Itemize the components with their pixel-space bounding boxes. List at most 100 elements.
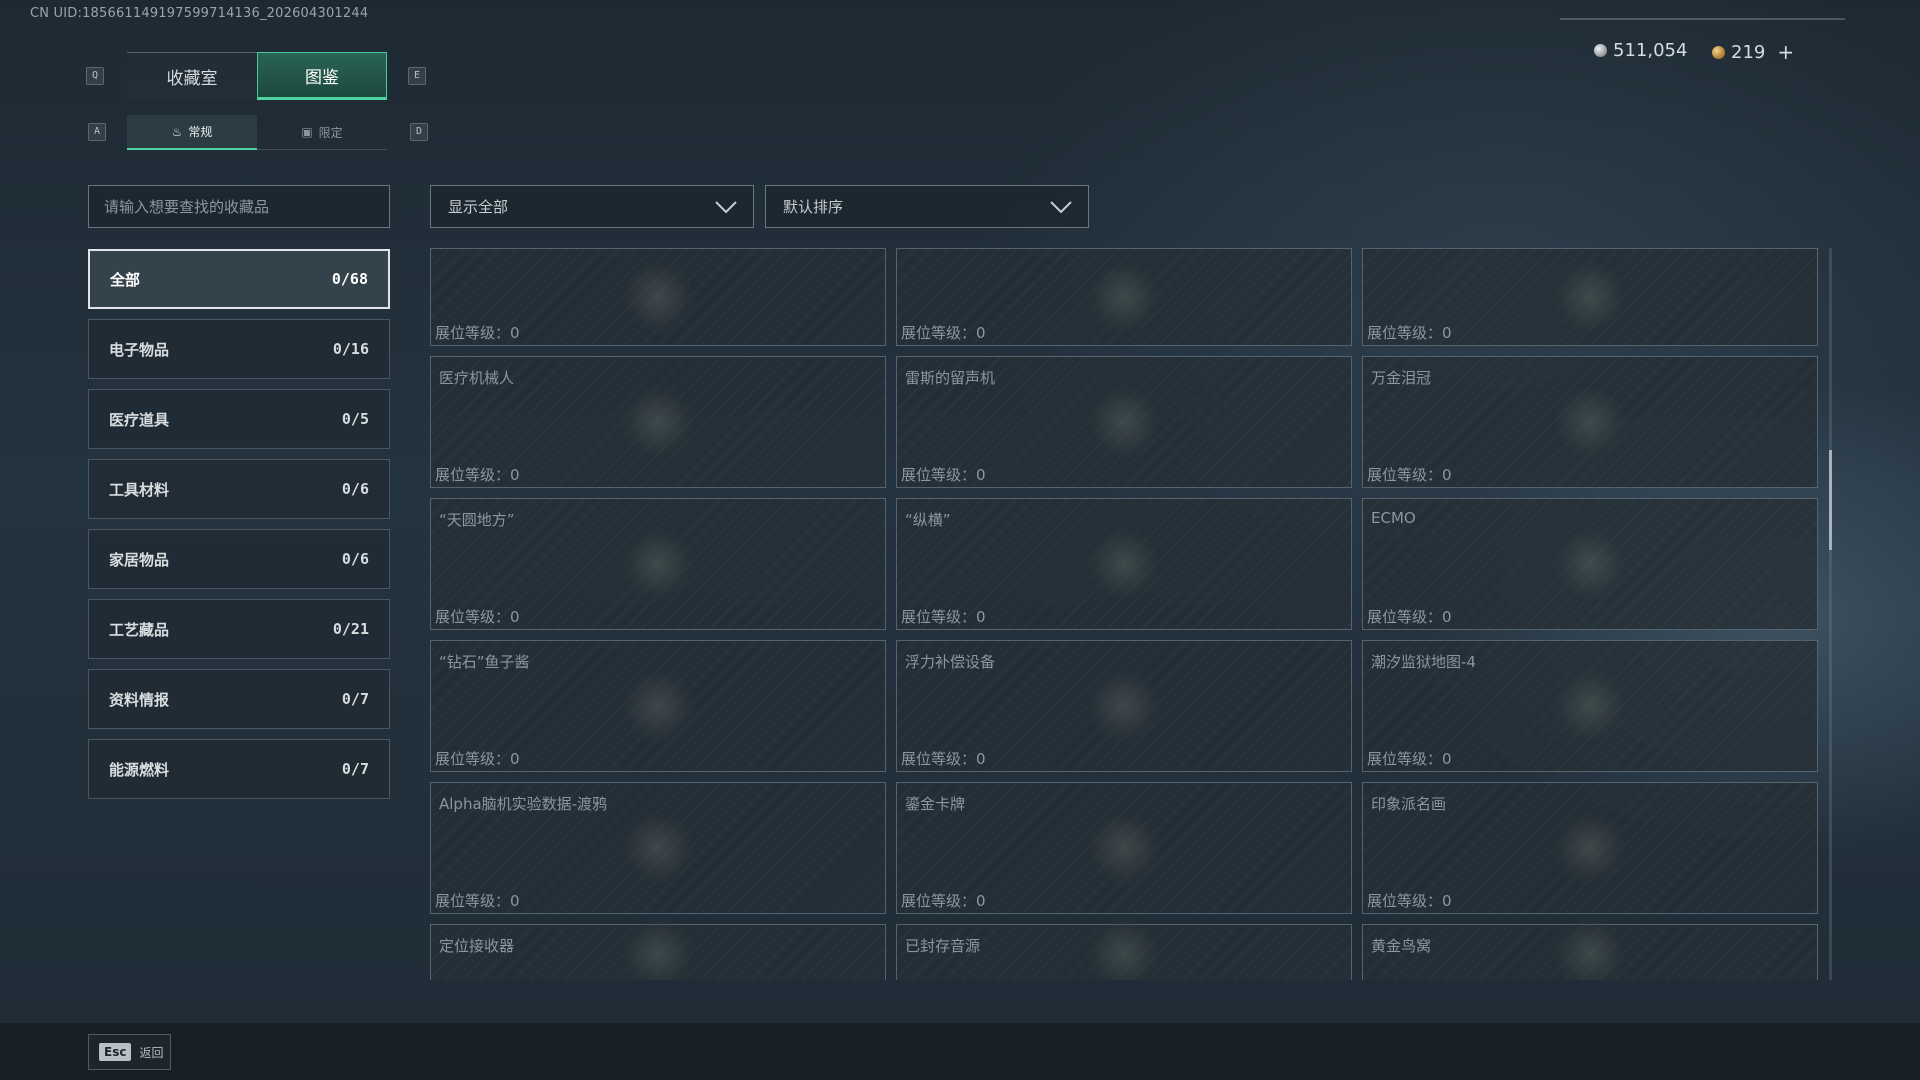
category-medical[interactable]: 医疗道具 0/5 bbox=[88, 389, 390, 449]
show-filter-value: 显示全部 bbox=[448, 198, 509, 216]
item-display-level: 展位等级：0 bbox=[901, 466, 986, 484]
category-list: 全部 0/68 电子物品 0/16 医疗道具 0/5 工具材料 0/6 家居物品… bbox=[88, 249, 390, 809]
category-crafts[interactable]: 工艺藏品 0/21 bbox=[88, 599, 390, 659]
item-thumbnail bbox=[1555, 671, 1625, 741]
category-tools[interactable]: 工具材料 0/6 bbox=[88, 459, 390, 519]
grid-scrollbar-thumb[interactable] bbox=[1829, 450, 1832, 550]
collection-item-card[interactable]: 万金泪冠 展位等级：0 bbox=[1362, 356, 1818, 488]
subtab-regular-label: 常规 bbox=[188, 125, 213, 139]
collection-item-card[interactable]: “纵横” 展位等级：0 bbox=[896, 498, 1352, 630]
collection-grid[interactable]: 展位等级：0 展位等级：0 展位等级：0 医疗机械人 展位等级：0 雷斯的留声机 展位等级：… bbox=[430, 248, 1820, 980]
collection-item-card[interactable]: 定位接收器 bbox=[430, 919, 886, 980]
item-name: 已封存音源 bbox=[905, 937, 981, 955]
next-subtab-key-hint[interactable]: D bbox=[410, 123, 428, 141]
item-display-level: 展位等级：0 bbox=[435, 892, 520, 910]
flame-icon: ♨ bbox=[171, 124, 183, 139]
item-name: 雷斯的留声机 bbox=[905, 369, 996, 387]
category-count: 0/5 bbox=[341, 410, 369, 428]
item-thumbnail bbox=[1555, 529, 1625, 599]
collection-search-input[interactable] bbox=[88, 185, 390, 228]
category-count: 0/21 bbox=[332, 620, 369, 638]
gold-coin-icon bbox=[1712, 45, 1725, 59]
collection-item-card[interactable]: ECMO 展位等级：0 bbox=[1362, 498, 1818, 630]
item-thumbnail bbox=[623, 262, 693, 332]
item-name: “纵横” bbox=[905, 511, 951, 529]
sort-dropdown[interactable]: 默认排序 bbox=[765, 185, 1089, 228]
category-label: 资料情报 bbox=[109, 690, 170, 709]
collection-item-card[interactable]: 印象派名画展位等级：0 bbox=[1362, 782, 1818, 914]
gold-currency: 219 + bbox=[1712, 40, 1794, 64]
category-all[interactable]: 全部 0/68 bbox=[88, 249, 390, 309]
tab-collection-room[interactable]: 收藏室 bbox=[127, 52, 257, 100]
subtab-limited-label: 限定 bbox=[318, 125, 343, 140]
category-count: 0/7 bbox=[341, 760, 369, 778]
collection-item-card[interactable]: 黄金鸟窝 bbox=[1362, 919, 1818, 980]
item-thumbnail bbox=[623, 813, 693, 883]
category-label: 家居物品 bbox=[109, 550, 170, 569]
item-display-level: 展位等级：0 bbox=[435, 466, 520, 484]
category-intel[interactable]: 资料情报 0/7 bbox=[88, 669, 390, 729]
next-tab-key-hint[interactable]: E bbox=[408, 67, 426, 85]
collection-item-card[interactable]: 鎏金卡牌 展位等级：0 bbox=[896, 782, 1352, 914]
collection-item-card[interactable]: 浮力补偿设备展位等级：0 bbox=[896, 640, 1352, 772]
gold-amount: 219 bbox=[1731, 41, 1766, 63]
esc-key-hint: Esc bbox=[99, 1043, 132, 1061]
collection-item-card[interactable]: 展位等级：0 bbox=[430, 248, 886, 346]
item-display-level: 展位等级：0 bbox=[1367, 750, 1452, 768]
category-count: 0/6 bbox=[341, 480, 369, 498]
player-uid: CN UID:18566114919759971413​6_2026043012… bbox=[30, 6, 369, 21]
item-thumbnail bbox=[1089, 529, 1159, 599]
subtab-limited[interactable]: ▣ 限定 bbox=[257, 115, 387, 150]
category-energy[interactable]: 能源燃料 0/7 bbox=[88, 739, 390, 799]
category-count: 0/16 bbox=[332, 340, 369, 358]
prev-subtab-key-hint[interactable]: A bbox=[88, 123, 106, 141]
item-thumbnail bbox=[1555, 919, 1625, 980]
item-name: 浮力补偿设备 bbox=[905, 653, 996, 671]
main-tabs: 收藏室 图鉴 bbox=[127, 52, 387, 100]
item-display-level: 展位等级：0 bbox=[1367, 466, 1452, 484]
sort-value: 默认排序 bbox=[783, 198, 844, 216]
item-name: “钻石”鱼子酱 bbox=[439, 653, 530, 671]
add-currency-button[interactable]: + bbox=[1777, 40, 1794, 64]
collection-item-card[interactable]: 潮汐监狱地图-4 展位等级：0 bbox=[1362, 640, 1818, 772]
category-label: 电子物品 bbox=[109, 340, 170, 359]
collection-item-card[interactable]: 展位等级：0 bbox=[1362, 248, 1818, 346]
collection-item-card[interactable]: “钻石”鱼子酱 展位等级：0 bbox=[430, 640, 886, 772]
prev-tab-key-hint[interactable]: Q bbox=[86, 67, 104, 85]
item-name: 印象派名画 bbox=[1371, 795, 1447, 813]
collection-item-card[interactable]: Alpha脑机实验数据-渡鸦展位等级：0 bbox=[430, 782, 886, 914]
item-thumbnail bbox=[1089, 262, 1159, 332]
chevron-down-icon bbox=[1050, 200, 1072, 213]
item-thumbnail bbox=[1089, 919, 1159, 980]
category-label: 工具材料 bbox=[109, 480, 170, 499]
item-thumbnail bbox=[623, 387, 693, 457]
item-thumbnail bbox=[1089, 671, 1159, 741]
item-display-level: 展位等级：0 bbox=[1367, 324, 1452, 342]
collection-item-card[interactable]: 已封存音源 bbox=[896, 919, 1352, 980]
sub-tabs: ♨ 常规 ▣ 限定 bbox=[127, 115, 387, 150]
grid-scrollbar-track[interactable] bbox=[1829, 248, 1832, 980]
collection-item-card[interactable]: 展位等级：0 bbox=[896, 248, 1352, 346]
category-label: 全部 bbox=[110, 270, 141, 289]
show-filter-dropdown[interactable]: 显示全部 bbox=[430, 185, 754, 228]
category-electronics[interactable]: 电子物品 0/16 bbox=[88, 319, 390, 379]
silver-currency: 511,054 bbox=[1594, 40, 1687, 61]
item-display-level: 展位等级：0 bbox=[901, 608, 986, 626]
item-display-level: 展位等级：0 bbox=[435, 608, 520, 626]
tab-codex[interactable]: 图鉴 bbox=[257, 52, 387, 100]
item-thumbnail bbox=[623, 529, 693, 599]
item-name: Alpha脑机实验数据-渡鸦 bbox=[439, 795, 608, 813]
chevron-down-icon bbox=[715, 200, 737, 213]
category-household[interactable]: 家居物品 0/6 bbox=[88, 529, 390, 589]
item-display-level: 展位等级：0 bbox=[1367, 892, 1452, 910]
collection-item-card[interactable]: “天圆地方” 展位等级：0 bbox=[430, 498, 886, 630]
collection-item-card[interactable]: 医疗机械人展位等级：0 bbox=[430, 356, 886, 488]
item-display-level: 展位等级：0 bbox=[1367, 608, 1452, 626]
bottom-bar bbox=[0, 1023, 1920, 1080]
item-display-level: 展位等级：0 bbox=[901, 750, 986, 768]
collection-item-card[interactable]: 雷斯的留声机展位等级：0 bbox=[896, 356, 1352, 488]
item-thumbnail bbox=[623, 671, 693, 741]
subtab-regular[interactable]: ♨ 常规 bbox=[127, 115, 257, 150]
item-name: 医疗机械人 bbox=[439, 369, 515, 387]
back-button[interactable]: Esc 返回 bbox=[88, 1034, 171, 1070]
